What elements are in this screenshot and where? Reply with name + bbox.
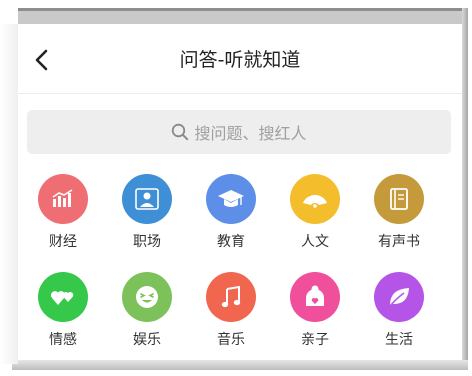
category-label: 财经 bbox=[49, 234, 77, 250]
category-life[interactable]: 生活 bbox=[364, 272, 434, 354]
book-icon bbox=[374, 174, 424, 224]
category-label: 有声书 bbox=[378, 234, 420, 250]
category-label: 职场 bbox=[133, 234, 161, 250]
category-entertainment[interactable]: 娱乐 bbox=[112, 272, 182, 354]
category-emotion[interactable]: 情感 bbox=[28, 272, 98, 354]
category-finance[interactable]: 财经 bbox=[28, 174, 98, 256]
nav-bar: 问答-听就知道 bbox=[18, 24, 462, 94]
search-input[interactable]: 搜问题、搜红人 bbox=[27, 110, 451, 154]
music-note-icon bbox=[206, 272, 256, 322]
category-label: 亲子 bbox=[301, 332, 329, 348]
category-humanities[interactable]: 人文 bbox=[280, 174, 350, 256]
page-title: 问答-听就知道 bbox=[179, 49, 301, 71]
graduation-cap-icon bbox=[206, 174, 256, 224]
search-placeholder: 搜问题、搜红人 bbox=[194, 124, 307, 143]
category-career[interactable]: 职场 bbox=[112, 174, 182, 256]
category-label: 人文 bbox=[301, 234, 329, 250]
screenshot-frame-top bbox=[18, 8, 464, 24]
category-music[interactable]: 音乐 bbox=[196, 272, 266, 354]
back-button[interactable] bbox=[28, 46, 56, 74]
category-education[interactable]: 教育 bbox=[196, 174, 266, 256]
category-audiobook[interactable]: 有声书 bbox=[364, 174, 434, 256]
category-label: 娱乐 bbox=[133, 332, 161, 348]
folding-fan-icon bbox=[290, 174, 340, 224]
category-label: 音乐 bbox=[217, 332, 245, 348]
hearts-icon bbox=[38, 272, 88, 322]
parent-child-icon bbox=[290, 272, 340, 322]
search-icon bbox=[171, 123, 189, 141]
smiley-icon bbox=[122, 272, 172, 322]
bar-chart-icon bbox=[38, 174, 88, 224]
category-label: 教育 bbox=[217, 234, 245, 250]
category-label: 情感 bbox=[49, 332, 77, 348]
screenshot-frame-left bbox=[0, 24, 18, 364]
screenshot-frame-bottom bbox=[12, 360, 468, 370]
screenshot-frame-right bbox=[462, 8, 468, 368]
person-icon bbox=[122, 174, 172, 224]
category-parenting[interactable]: 亲子 bbox=[280, 272, 350, 354]
category-label: 生活 bbox=[385, 332, 413, 348]
leaf-icon bbox=[374, 272, 424, 322]
chevron-left-icon bbox=[34, 49, 50, 71]
app-screen: 问答-听就知道 搜问题、搜红人 财经 职场 教育 人文 有声书 情感 娱乐 音乐… bbox=[18, 24, 462, 360]
